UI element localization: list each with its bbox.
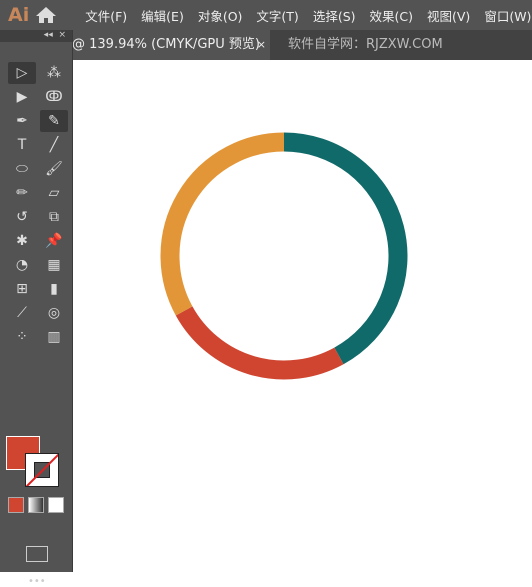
menu-bar: Ai 文件(F) 编辑(E) 对象(O) 文字(T) 选择(S) 效果(C) 视… (0, 0, 532, 30)
mesh-tool-icon[interactable]: ⊞ (8, 278, 36, 300)
gradient-tool-icon[interactable]: ▮ (40, 278, 68, 300)
document-tab-bar: @ 139.94% (CMYK/GPU 预览) × 软件自学网：RJZXW.CO… (0, 30, 532, 60)
pencil-tool-icon[interactable]: ✏ (8, 182, 36, 204)
stroke-swatch[interactable] (25, 453, 59, 487)
app-logo: Ai (8, 4, 30, 26)
perspective-grid-tool-icon[interactable]: ▦ (40, 254, 68, 276)
ring-segment-0[interactable] (283, 132, 408, 365)
collapse-icon[interactable]: ◂◂ (44, 30, 53, 40)
paintbrush-tool-icon[interactable]: 🖌 (40, 158, 68, 180)
close-tab-icon[interactable]: × (257, 30, 266, 60)
donut-ring (160, 132, 408, 380)
menu-window[interactable]: 窗口(W) (484, 6, 531, 25)
canvas[interactable] (73, 60, 532, 572)
none-mode-button[interactable] (48, 497, 64, 513)
toolbox-header[interactable]: ◂◂ × (0, 30, 72, 42)
rotate-tool-icon[interactable]: ↺ (8, 206, 36, 228)
menu-effect[interactable]: 效果(C) (370, 6, 413, 25)
menu-select[interactable]: 选择(S) (313, 6, 356, 25)
menu-type[interactable]: 文字(T) (256, 6, 298, 25)
ellipse-tool-icon[interactable]: ⬭ (8, 158, 36, 180)
tool-grid: ▷ ⁂ ▶ ↂ ✒ ✎ T ╱ ⬭ 🖌 ✏ ▱ ↺ ⧉ ✱ 📌 ◔ ▦ ⊞ ▮ ⟋ ◎ ⁘ ▥ (8, 62, 72, 348)
ring-segment-2[interactable] (160, 132, 285, 316)
document-tab[interactable]: @ 139.94% (CMYK/GPU 预览) × (70, 30, 270, 60)
screen-mode-icon[interactable] (26, 546, 48, 562)
scale-tool-icon[interactable]: ⧉ (40, 206, 68, 228)
color-mode-button[interactable] (8, 497, 24, 513)
eraser-tool-icon[interactable]: ▱ (40, 182, 68, 204)
column-graph-tool-icon[interactable]: ▥ (40, 326, 68, 348)
pin-tool-icon[interactable]: 📌 (40, 230, 68, 252)
symbol-sprayer-tool-icon[interactable]: ⁘ (8, 326, 36, 348)
line-segment-tool-icon[interactable]: ╱ (40, 134, 68, 156)
lasso-tool-icon[interactable]: ↂ (40, 86, 68, 108)
magic-wand-tool-icon[interactable]: ⁂ (40, 62, 68, 84)
document-tab-title: @ 139.94% (CMYK/GPU 预览) (72, 37, 260, 52)
more-tools-icon[interactable]: ••• (28, 576, 46, 587)
home-icon[interactable] (35, 6, 57, 24)
close-panel-icon[interactable]: × (58, 30, 66, 40)
pen-tool-icon[interactable]: ✒ (8, 110, 36, 132)
menu-view[interactable]: 视图(V) (427, 6, 470, 25)
curvature-tool-icon[interactable]: ✎ (40, 110, 68, 132)
selection-tool-icon[interactable]: ▷ (8, 62, 36, 84)
blend-tool-icon[interactable]: ◎ (40, 302, 68, 324)
menu-edit[interactable]: 编辑(E) (141, 6, 184, 25)
toolbox: ◂◂ × ▷ ⁂ ▶ ↂ ✒ ✎ T ╱ ⬭ 🖌 ✏ ▱ ↺ ⧉ ✱ 📌 ◔ ▦ ⊞ ▮ ⟋ ◎ ⁘ ▥ ••• (0, 30, 73, 587)
menu-object[interactable]: 对象(O) (198, 6, 243, 25)
watermark: 软件自学网：RJZXW.COM (288, 37, 443, 52)
gradient-mode-button[interactable] (28, 497, 44, 513)
direct-selection-tool-icon[interactable]: ▶ (8, 86, 36, 108)
shape-builder-tool-icon[interactable]: ◔ (8, 254, 36, 276)
ring-segment-1[interactable] (175, 306, 344, 380)
eyedropper-tool-icon[interactable]: ⟋ (8, 302, 36, 324)
type-tool-icon[interactable]: T (8, 134, 36, 156)
puppet-warp-tool-icon[interactable]: ✱ (8, 230, 36, 252)
menu-file[interactable]: 文件(F) (85, 6, 127, 25)
